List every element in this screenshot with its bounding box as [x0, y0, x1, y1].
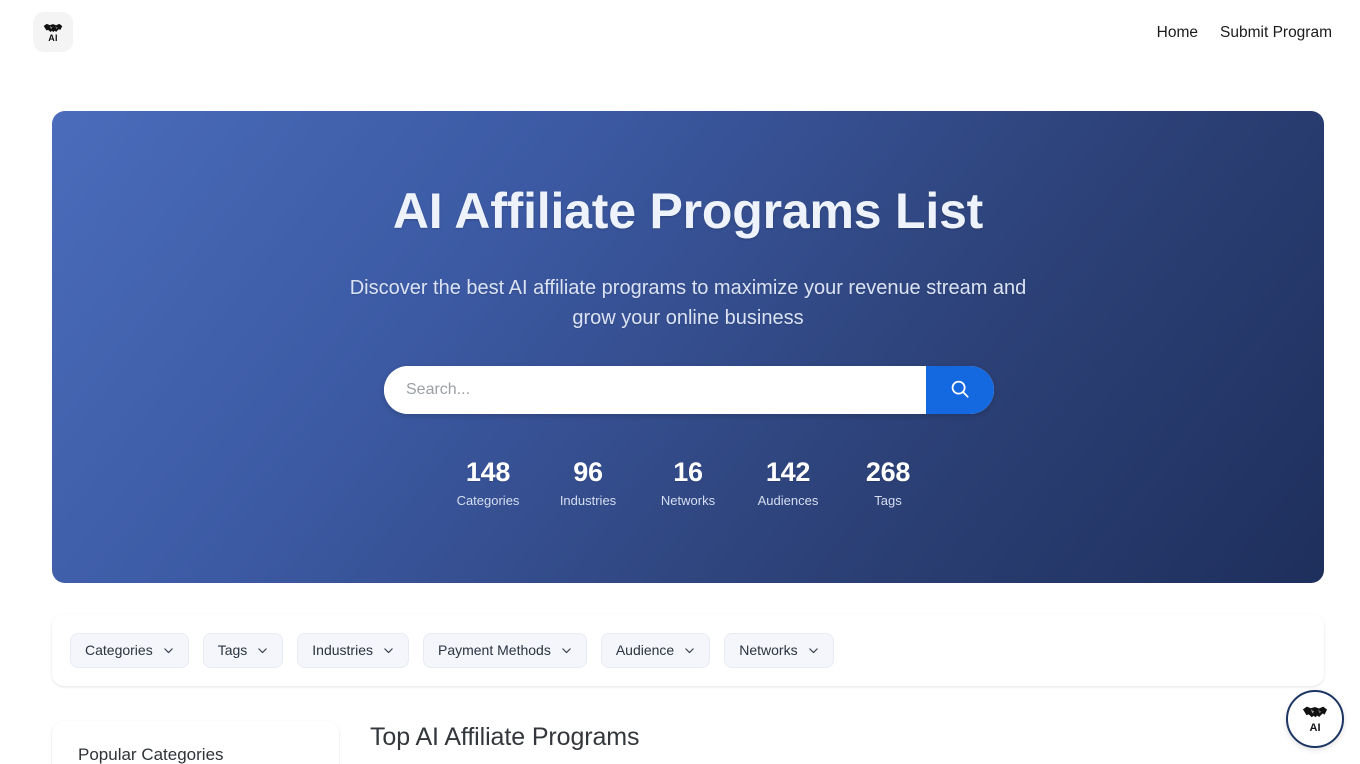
hero-stats: 148 Categories 96 Industries 16 Networks…	[52, 456, 1324, 509]
site-header: AI Home Submit Program	[0, 0, 1360, 65]
sidebar-title: Popular Categories	[78, 745, 224, 764]
filter-label: Audience	[615, 642, 675, 658]
filter-label: Industries	[312, 642, 373, 658]
filter-bar: Categories Tags Industries Payment Metho…	[52, 614, 1324, 686]
floating-brand-button[interactable]: AI	[1286, 690, 1344, 748]
stat-audiences: 142 Audiences	[738, 456, 838, 509]
filter-label: Payment Methods	[437, 642, 551, 658]
chevron-down-icon	[560, 644, 573, 657]
filter-label: Networks	[739, 642, 798, 658]
filter-networks[interactable]: Networks	[724, 632, 834, 668]
stat-value: 148	[465, 457, 511, 487]
chevron-down-icon	[683, 644, 696, 657]
stat-categories: 148 Categories	[438, 456, 538, 509]
search-button[interactable]	[926, 366, 994, 414]
section-heading-top-programs: Top AI Affiliate Programs	[370, 723, 640, 751]
nav-item-submit-program[interactable]: Submit Program	[1220, 23, 1332, 43]
stat-value: 142	[765, 457, 811, 487]
stat-tags: 268 Tags	[838, 456, 938, 509]
search-icon	[949, 378, 971, 403]
filter-tags[interactable]: Tags	[202, 632, 284, 668]
stat-label: Networks	[660, 493, 716, 508]
popular-categories-card: Popular Categories	[52, 721, 339, 764]
stat-label: Categories	[456, 493, 520, 508]
chevron-down-icon	[807, 644, 820, 657]
stat-value: 16	[673, 457, 703, 487]
filter-payment-methods[interactable]: Payment Methods	[422, 632, 587, 668]
chevron-down-icon	[162, 644, 175, 657]
stat-value: 96	[573, 457, 603, 487]
search-bar	[384, 366, 994, 414]
stat-label: Industries	[559, 493, 617, 508]
stat-label: Audiences	[757, 493, 819, 508]
stat-label: Tags	[874, 493, 902, 508]
handshake-icon	[43, 21, 63, 33]
filter-label: Tags	[217, 642, 248, 658]
nav-item-home[interactable]: Home	[1157, 23, 1198, 43]
main-navigation: Home Submit Program	[1157, 0, 1332, 65]
logo-text: AI	[48, 33, 58, 43]
site-logo[interactable]: AI	[33, 12, 73, 52]
chevron-down-icon	[382, 644, 395, 657]
filter-label: Categories	[85, 642, 153, 658]
hero-subtitle: Discover the best AI affiliate programs …	[349, 277, 1027, 329]
stat-industries: 96 Industries	[538, 456, 638, 509]
filter-industries[interactable]: Industries	[297, 632, 409, 668]
filter-audience[interactable]: Audience	[600, 632, 711, 668]
filter-categories[interactable]: Categories	[70, 632, 189, 668]
stat-networks: 16 Networks	[638, 456, 738, 509]
page-root: AI Home Submit Program AI Affiliate Prog…	[0, 0, 1360, 764]
chevron-down-icon	[256, 644, 269, 657]
search-input[interactable]	[384, 366, 926, 414]
page-title: AI Affiliate Programs List	[392, 183, 984, 239]
fab-label: AI	[1309, 722, 1321, 734]
handshake-icon	[1302, 704, 1328, 720]
hero-banner: AI Affiliate Programs List Discover the …	[52, 111, 1324, 583]
stat-value: 268	[865, 457, 911, 487]
